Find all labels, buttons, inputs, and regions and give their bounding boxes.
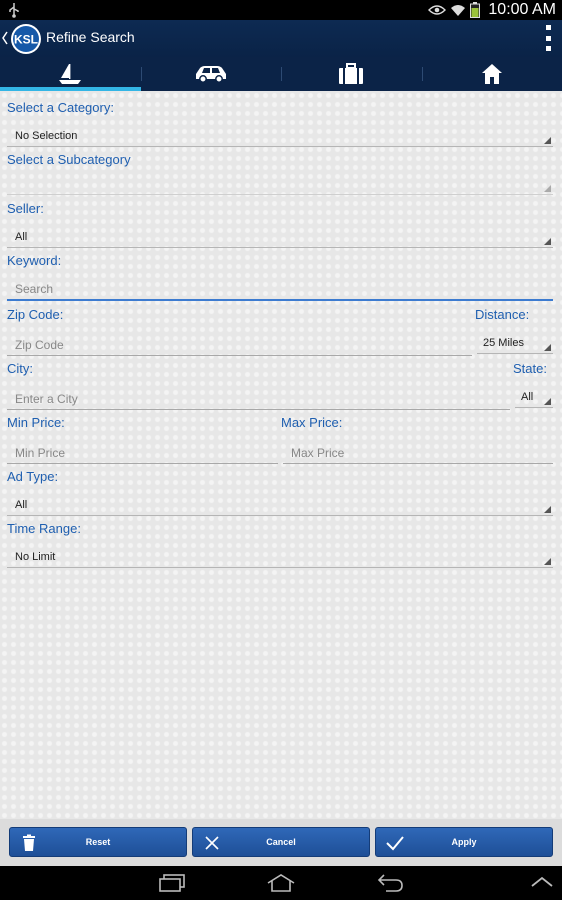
up-caret-icon[interactable]: [2, 30, 8, 46]
briefcase-icon: [339, 63, 364, 84]
keyword-field[interactable]: [7, 279, 553, 301]
state-label: State:: [513, 361, 547, 376]
clock: 10:00 AM: [488, 1, 556, 18]
eye-icon: [428, 5, 447, 15]
tab-boats[interactable]: [0, 57, 141, 91]
page-title: Refine Search: [46, 29, 135, 45]
spinner-arrow-icon: [544, 137, 551, 144]
zip-code-field[interactable]: [7, 334, 472, 356]
tab-homes[interactable]: [421, 57, 562, 91]
spinner-arrow-icon: [544, 506, 551, 513]
car-icon: [195, 66, 226, 83]
state-spinner[interactable]: All: [515, 386, 553, 408]
spinner-arrow-icon: [544, 558, 551, 565]
recent-apps-icon[interactable]: [158, 874, 186, 892]
subcategory-spinner[interactable]: [7, 173, 553, 195]
time-range-spinner[interactable]: No Limit: [7, 546, 553, 568]
wifi-icon: [451, 5, 466, 16]
min-price-field[interactable]: [7, 442, 278, 464]
keyword-label: Keyword:: [7, 253, 62, 268]
overflow-menu-icon[interactable]: [544, 25, 552, 51]
usb-icon: [9, 3, 19, 18]
max-price-label: Max Price:: [281, 415, 343, 430]
apply-button[interactable]: Apply: [375, 827, 553, 857]
spinner-arrow-icon: [544, 185, 551, 192]
sailboat-icon: [59, 64, 82, 84]
spinner-arrow-icon: [544, 344, 551, 351]
distance-label: Distance:: [475, 307, 530, 322]
seller-label: Seller:: [7, 201, 44, 216]
tab-cars[interactable]: [140, 57, 282, 91]
system-nav-bar: [0, 866, 562, 900]
ksl-logo[interactable]: KSL: [9, 23, 43, 55]
spinner-arrow-icon: [544, 238, 551, 245]
zip-code-input[interactable]: [7, 334, 472, 355]
min-price-label: Min Price:: [7, 415, 65, 430]
tab-jobs[interactable]: [281, 57, 422, 91]
cancel-button[interactable]: Cancel: [192, 827, 370, 857]
ad-type-label: Ad Type:: [7, 469, 59, 484]
min-price-input[interactable]: [7, 442, 278, 463]
spinner-arrow-icon: [544, 398, 551, 405]
city-input[interactable]: [7, 388, 510, 409]
max-price-field[interactable]: [283, 442, 553, 464]
subcategory-label: Select a Subcategory: [7, 152, 131, 167]
status-bar: 10:00 AM: [0, 0, 562, 20]
action-bar: KSL Refine Search: [0, 20, 562, 57]
city-field[interactable]: [7, 388, 510, 410]
ad-type-spinner[interactable]: All: [7, 494, 553, 516]
battery-icon: [470, 2, 481, 18]
distance-spinner[interactable]: 25 Miles: [477, 332, 553, 354]
action-button-bar: Reset Cancel Apply: [0, 819, 562, 866]
svg-text:KSL: KSL: [14, 33, 38, 47]
back-nav-icon[interactable]: [376, 874, 404, 892]
reset-button[interactable]: Reset: [9, 827, 187, 857]
chevron-up-icon[interactable]: [530, 874, 554, 892]
max-price-input[interactable]: [283, 442, 553, 463]
home-icon: [481, 64, 502, 84]
home-nav-icon[interactable]: [266, 874, 296, 892]
category-tabs: [0, 57, 562, 91]
time-range-label: Time Range:: [7, 521, 81, 536]
zip-code-label: Zip Code:: [7, 307, 64, 322]
category-spinner[interactable]: No Selection: [7, 125, 553, 147]
refine-search-form: Select a Category: No Selection Select a…: [0, 91, 562, 819]
city-label: City:: [7, 361, 33, 376]
seller-spinner[interactable]: All: [7, 226, 553, 248]
category-label: Select a Category:: [7, 100, 114, 115]
keyword-input[interactable]: [7, 279, 553, 299]
